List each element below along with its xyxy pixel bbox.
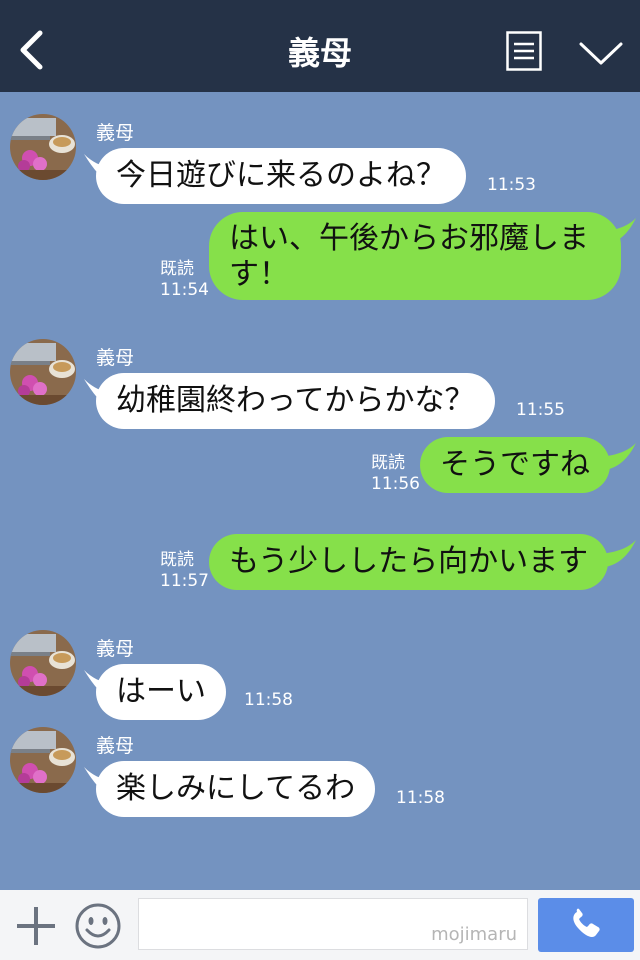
message-time: 11:56 bbox=[371, 474, 420, 494]
message-bubble[interactable]: もう少ししたら向かいます bbox=[209, 534, 609, 590]
message-bubble[interactable]: 今日遊びに来るのよね？ bbox=[96, 148, 466, 204]
message-bubble[interactable]: はーい bbox=[96, 664, 226, 720]
sender-name: 義母 bbox=[96, 638, 135, 660]
message-input[interactable]: mojimaru bbox=[138, 898, 528, 950]
chat-title: 義母 bbox=[287, 34, 352, 72]
sender-name: 義母 bbox=[96, 735, 135, 757]
avatar-image bbox=[10, 114, 76, 180]
read-receipt: 既読 bbox=[160, 550, 194, 570]
avatar-image bbox=[10, 630, 76, 696]
chevron-down-icon[interactable] bbox=[578, 38, 624, 68]
sender-name: 義母 bbox=[96, 122, 135, 144]
read-receipt: 既読 bbox=[371, 453, 405, 473]
emoji-icon[interactable] bbox=[74, 902, 122, 950]
message-text: はい、午後からお邪魔しま bbox=[229, 221, 589, 256]
avatar[interactable] bbox=[10, 339, 76, 405]
read-receipt: 既読 bbox=[160, 259, 194, 279]
input-bar: mojimaru bbox=[0, 890, 640, 960]
message-time: 11:54 bbox=[160, 280, 209, 300]
bubble-tail bbox=[600, 540, 636, 568]
message-bubble[interactable]: はい、午後からお邪魔しま す！ bbox=[209, 212, 621, 300]
message-time: 11:53 bbox=[487, 175, 536, 195]
bubble-tail bbox=[600, 443, 636, 471]
phone-icon bbox=[573, 908, 600, 937]
bubble-tail bbox=[600, 218, 636, 246]
message-bubble[interactable]: 幼稚園終わってからかな？ bbox=[96, 373, 495, 429]
message-bubble[interactable]: そうですね bbox=[420, 437, 610, 493]
avatar-image bbox=[10, 339, 76, 405]
call-button[interactable] bbox=[538, 898, 634, 952]
message-time: 11:55 bbox=[516, 400, 565, 420]
plus-icon[interactable] bbox=[14, 904, 58, 948]
message-text: す！ bbox=[229, 257, 289, 292]
avatar[interactable] bbox=[10, 630, 76, 696]
chat-area[interactable]: 義母 今日遊びに来るのよね？ 11:53 既読 11:54 はい、午後からお邪魔… bbox=[0, 92, 640, 890]
menu-icon[interactable] bbox=[506, 31, 542, 71]
message-time: 11:57 bbox=[160, 571, 209, 591]
avatar-image bbox=[10, 727, 76, 793]
message-time: 11:58 bbox=[244, 690, 293, 710]
avatar[interactable] bbox=[10, 727, 76, 793]
message-time: 11:58 bbox=[396, 788, 445, 808]
chat-header: 義母 bbox=[0, 0, 640, 92]
message-bubble[interactable]: 楽しみにしてるわ bbox=[96, 761, 376, 817]
sender-name: 義母 bbox=[96, 347, 135, 369]
avatar[interactable] bbox=[10, 114, 76, 180]
watermark: mojimaru bbox=[431, 924, 517, 945]
